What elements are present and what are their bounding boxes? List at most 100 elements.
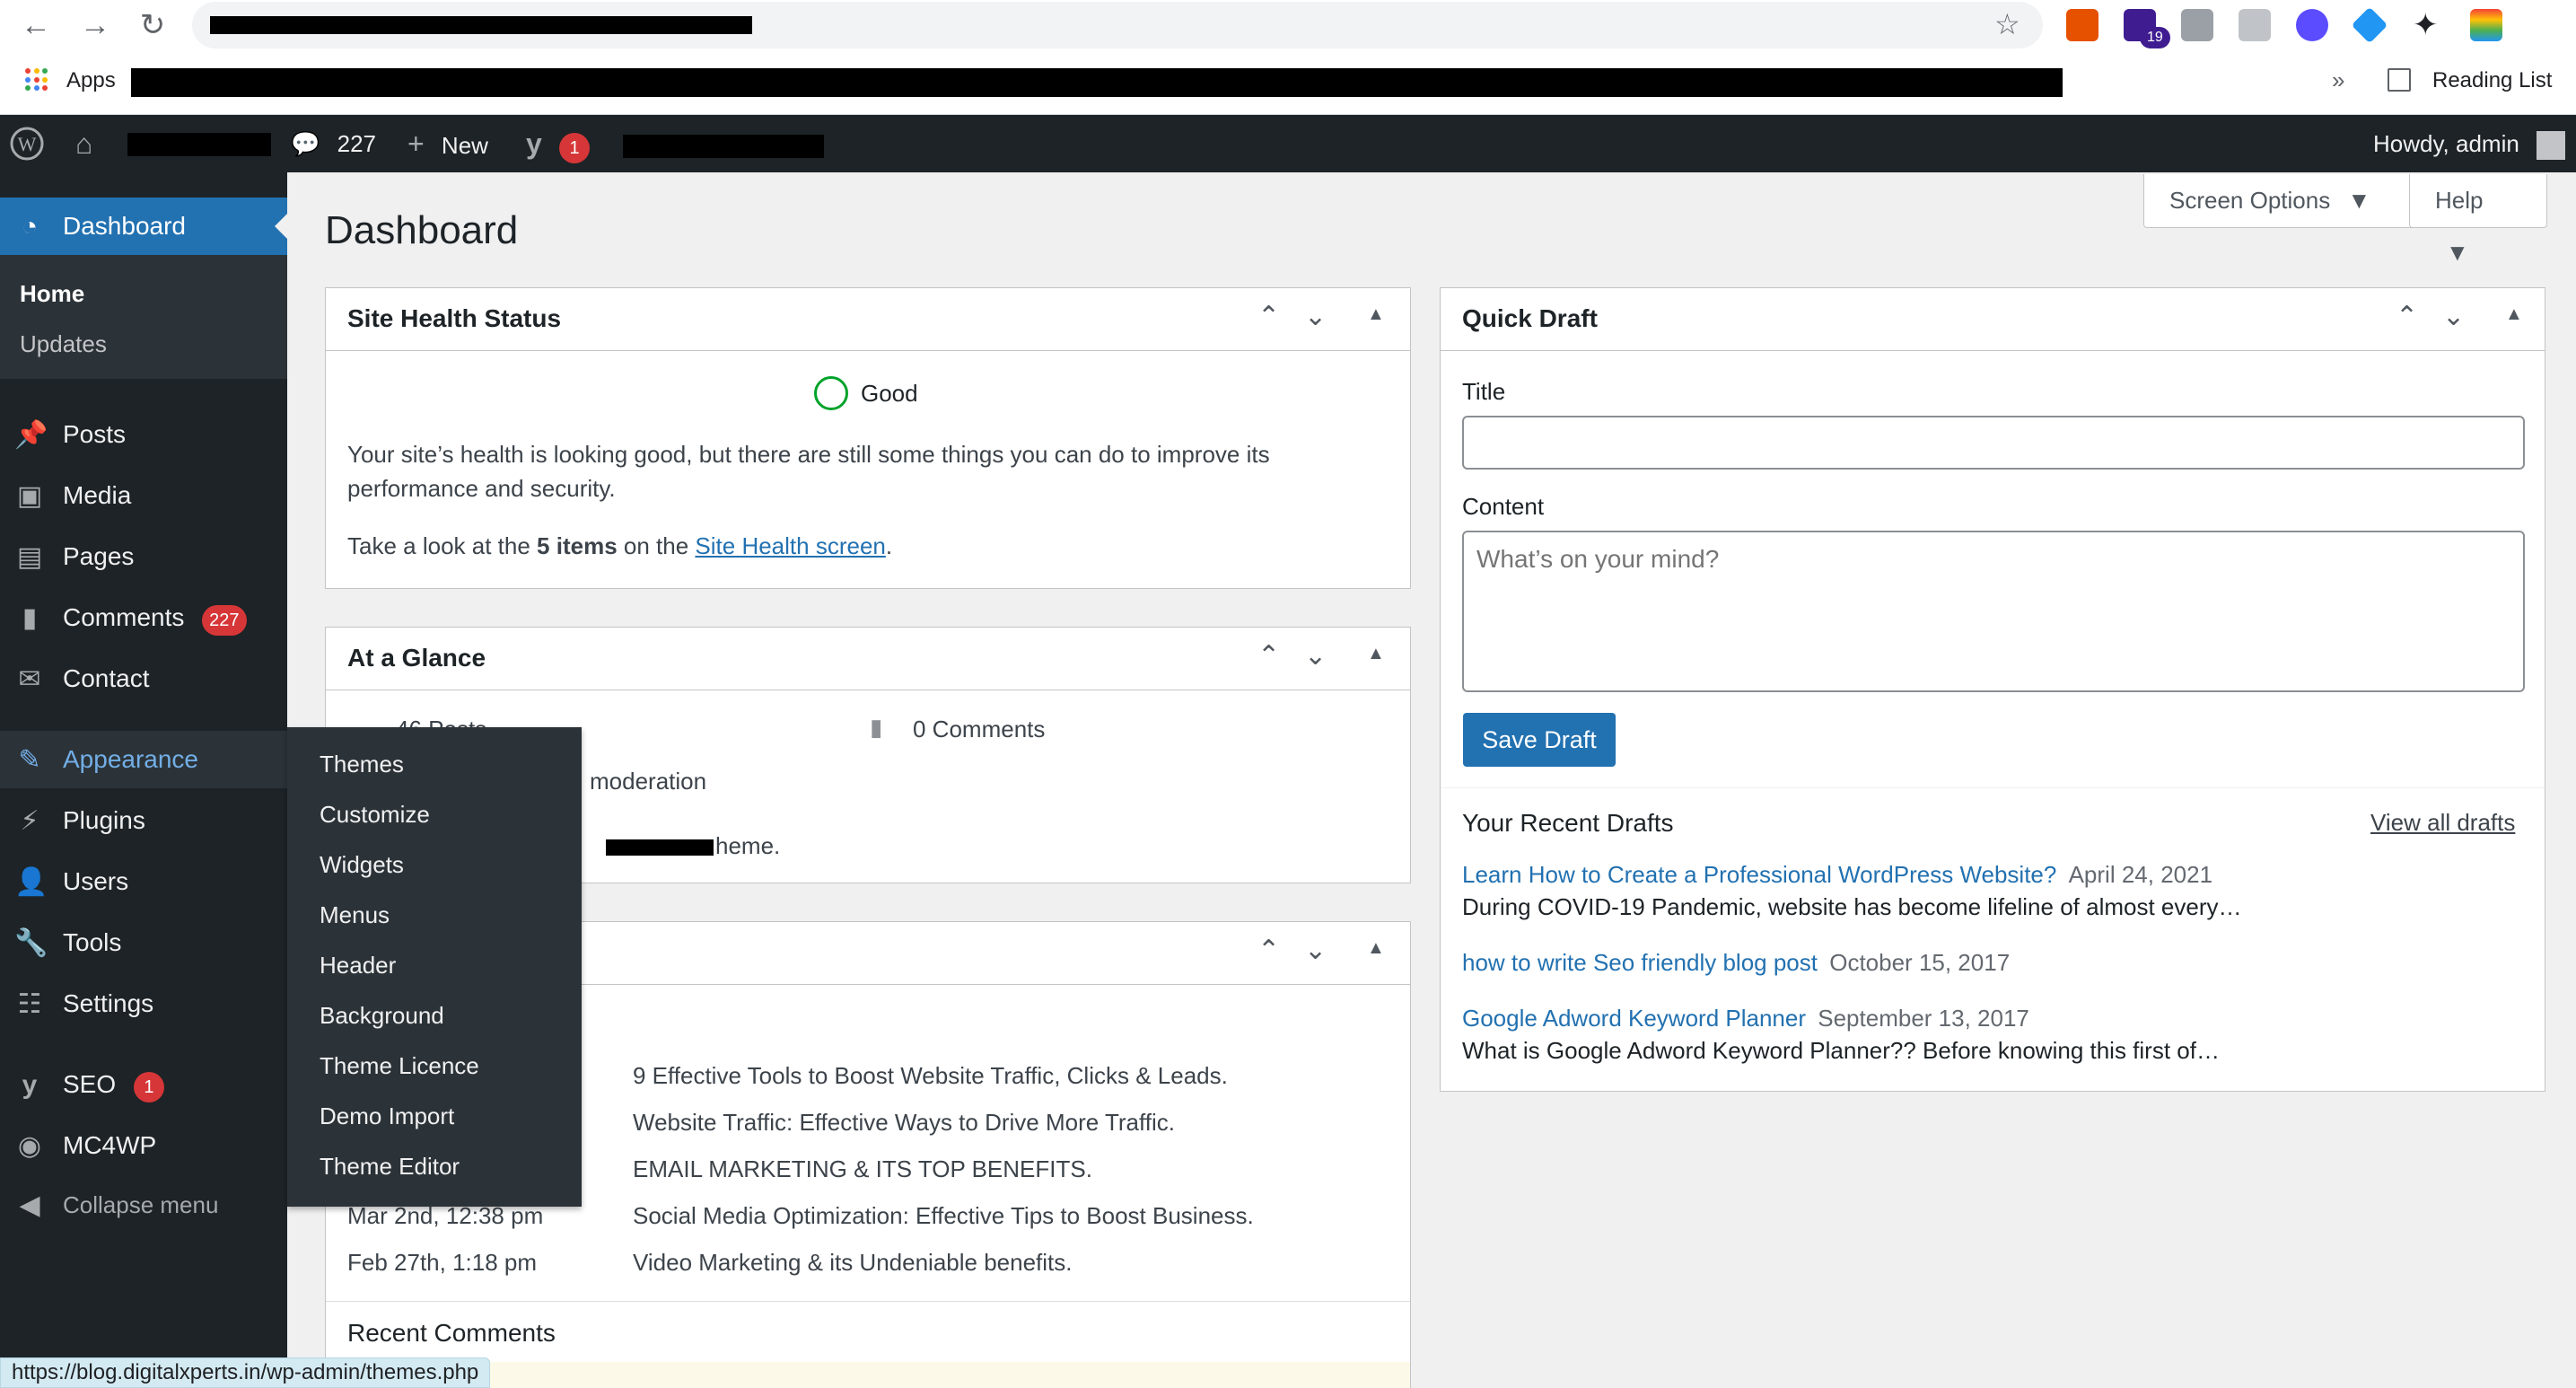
- sidebar-item-mc4wp[interactable]: ◉ MC4WP: [0, 1117, 287, 1174]
- draft-title-link[interactable]: Google Adword Keyword Planner: [1462, 1005, 1806, 1032]
- sidebar-item-settings[interactable]: ☷ Settings: [0, 975, 287, 1032]
- extension-1-icon[interactable]: [2066, 9, 2098, 41]
- pages-icon: ▤: [16, 542, 43, 572]
- adminbar-seo[interactable]: y 1: [526, 115, 591, 172]
- glance-comments-link[interactable]: 0 Comments: [913, 716, 1045, 743]
- activity-post-link[interactable]: Video Marketing & its Undeniable benefit…: [633, 1249, 1072, 1277]
- flyout-item-menus[interactable]: Menus: [320, 901, 390, 929]
- reading-list-button[interactable]: Reading List: [2432, 68, 2552, 93]
- flyout-item-themes[interactable]: Themes: [320, 751, 404, 778]
- sidebar-item-dashboard[interactable]: ◔ Dashboard: [0, 198, 287, 255]
- flyout-item-widgets[interactable]: Widgets: [320, 851, 404, 879]
- user-icon: 👤: [14, 867, 48, 897]
- recent-drafts-heading: Your Recent Drafts: [1462, 809, 1674, 837]
- flyout-item-header[interactable]: Header: [320, 952, 396, 980]
- caret-down-icon: ▼: [2347, 187, 2371, 214]
- wordpress-logo-icon[interactable]: W: [9, 115, 48, 172]
- move-down-icon[interactable]: ⌄: [1304, 301, 1327, 332]
- draft-title-label: Title: [1462, 378, 1506, 405]
- extension-8-icon[interactable]: [2470, 9, 2502, 41]
- activity-post-link[interactable]: 9 Effective Tools to Boost Website Traff…: [633, 1062, 1228, 1090]
- wrench-icon: 🔧: [14, 928, 48, 958]
- activity-post-link[interactable]: Website Traffic: Effective Ways to Drive…: [633, 1109, 1175, 1137]
- flyout-item-background[interactable]: Background: [320, 1002, 444, 1030]
- cast-extension-icon[interactable]: [2239, 9, 2271, 41]
- draft-item: how to write Seo friendly blog post Octo…: [1462, 949, 2010, 977]
- move-up-icon[interactable]: ⌃: [1257, 935, 1280, 966]
- collapse-menu-button[interactable]: ◀ Collapse menu: [0, 1176, 287, 1234]
- apps-bookmark[interactable]: Apps: [66, 68, 116, 93]
- comment-bubble-icon: 💬: [291, 130, 320, 157]
- apps-grid-icon[interactable]: [25, 68, 48, 92]
- move-up-icon[interactable]: ⌃: [2396, 301, 2418, 332]
- site-health-screen-link[interactable]: Site Health screen: [695, 532, 885, 559]
- bookmark-star-icon[interactable]: ☆: [1994, 7, 2020, 41]
- draft-item: Learn How to Create a Professional WordP…: [1462, 861, 2212, 889]
- flyout-item-theme-editor[interactable]: Theme Editor: [320, 1153, 460, 1181]
- appearance-flyout-menu: Themes Customize Widgets Menus Header Ba…: [287, 727, 582, 1207]
- flyout-item-demo-import[interactable]: Demo Import: [320, 1102, 454, 1130]
- dashboard-submenu: [0, 255, 287, 379]
- draft-content-textarea[interactable]: [1462, 531, 2525, 692]
- save-draft-button[interactable]: Save Draft: [1463, 713, 1616, 767]
- move-up-icon[interactable]: ⌃: [1257, 640, 1280, 672]
- screen-options-button[interactable]: Screen Options ▼: [2143, 174, 2422, 228]
- divider: [326, 1301, 1410, 1302]
- sidebar-item-seo[interactable]: y SEO 1: [0, 1056, 287, 1113]
- sidebar-item-appearance[interactable]: ✎ Appearance: [0, 731, 287, 788]
- comment-bubble-icon: ▮: [870, 714, 883, 741]
- activity-post-link[interactable]: Social Media Optimization: Effective Tip…: [633, 1202, 1254, 1230]
- reading-list-icon[interactable]: [2388, 68, 2411, 92]
- draft-title-link[interactable]: how to write Seo friendly blog post: [1462, 949, 1818, 976]
- sidebar-label: Settings: [63, 989, 154, 1017]
- media-icon: ▣: [16, 481, 43, 511]
- toggle-panel-icon[interactable]: ▲: [1367, 304, 1385, 325]
- widget-header: Site Health Status ⌃ ⌄ ▲: [326, 288, 1410, 351]
- sidebar-item-pages[interactable]: ▤ Pages: [0, 528, 287, 585]
- sidebar-item-contact[interactable]: ✉ Contact: [0, 650, 287, 707]
- sidebar-item-media[interactable]: ▣ Media: [0, 467, 287, 524]
- draft-excerpt: During COVID-19 Pandemic, website has be…: [1462, 893, 2242, 920]
- draft-item: Google Adword Keyword Planner September …: [1462, 1005, 2029, 1032]
- extension-5-icon[interactable]: [2296, 9, 2328, 41]
- back-arrow-icon[interactable]: ←: [16, 7, 56, 43]
- toggle-panel-icon[interactable]: ▲: [1367, 938, 1385, 959]
- howdy-user[interactable]: Howdy, admin: [2373, 115, 2566, 172]
- draft-title-link[interactable]: Learn How to Create a Professional WordP…: [1462, 861, 2056, 888]
- flyout-item-theme-licence[interactable]: Theme Licence: [320, 1052, 479, 1080]
- adminbar-new[interactable]: + New: [407, 115, 488, 172]
- site-health-widget: Site Health Status ⌃ ⌄ ▲ Good Your site’…: [325, 287, 1411, 589]
- sidebar-item-posts[interactable]: 📌 Posts: [0, 406, 287, 463]
- move-down-icon[interactable]: ⌄: [1304, 935, 1327, 966]
- sidebar-item-plugins[interactable]: ⚡ Plugins: [0, 792, 287, 849]
- glance-moderation-link[interactable]: moderation: [590, 768, 706, 795]
- submenu-home[interactable]: Home: [20, 280, 84, 308]
- sidebar-label: Posts: [63, 420, 127, 448]
- seo-badge: 1: [133, 1072, 164, 1102]
- reload-icon[interactable]: ↻: [133, 7, 172, 43]
- redacted-theme-name: [606, 839, 714, 856]
- move-down-icon[interactable]: ⌄: [1304, 640, 1327, 672]
- view-all-drafts-link[interactable]: View all drafts: [2370, 809, 2515, 837]
- activity-post-link[interactable]: EMAIL MARKETING & ITS TOP BENEFITS.: [633, 1155, 1092, 1183]
- camera-extension-icon[interactable]: [2181, 9, 2213, 41]
- sidebar-item-tools[interactable]: 🔧 Tools: [0, 914, 287, 971]
- forward-arrow-icon[interactable]: →: [75, 7, 115, 43]
- more-bookmarks-chevron[interactable]: »: [2332, 66, 2344, 94]
- puzzle-extensions-icon[interactable]: ✦: [2413, 7, 2439, 43]
- draft-title-input[interactable]: [1462, 416, 2525, 470]
- admin-sidebar: ◔ Dashboard Home Updates 📌 Posts ▣ Media…: [0, 172, 287, 1388]
- sidebar-item-comments[interactable]: ▮ Comments 227: [0, 589, 287, 646]
- move-down-icon[interactable]: ⌄: [2442, 301, 2465, 332]
- help-button[interactable]: Help ▼: [2409, 174, 2547, 266]
- sidebar-label: MC4WP: [63, 1131, 157, 1159]
- toggle-panel-icon[interactable]: ▲: [2505, 304, 2523, 325]
- home-icon[interactable]: ⌂: [75, 115, 111, 172]
- submenu-updates[interactable]: Updates: [20, 330, 107, 358]
- move-up-icon[interactable]: ⌃: [1257, 301, 1280, 332]
- toggle-panel-icon[interactable]: ▲: [1367, 644, 1385, 664]
- flyout-item-customize[interactable]: Customize: [320, 801, 430, 829]
- sidebar-item-users[interactable]: 👤 Users: [0, 853, 287, 910]
- redacted-site-name: [127, 133, 271, 156]
- adminbar-comments[interactable]: 💬 227: [291, 115, 376, 172]
